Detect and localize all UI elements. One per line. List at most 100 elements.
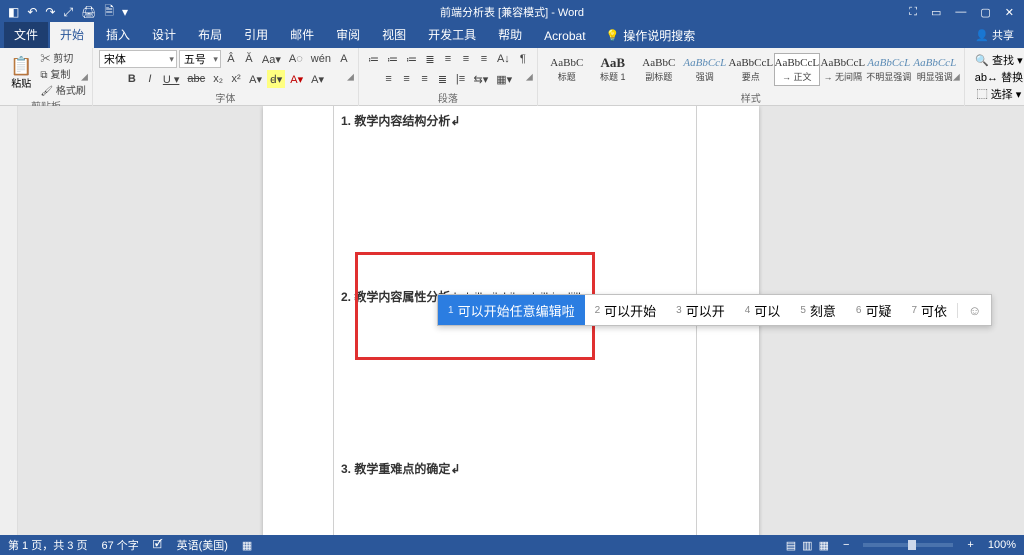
ime-candidate-6[interactable]: 6可疑 [846, 295, 902, 325]
format-painter-button[interactable]: 🖌 格式刷 [40, 82, 85, 97]
document-area[interactable]: 1. 教学内容结构分析↲ 2. 教学内容属性分析 ke'yi'kai'shi'r… [0, 106, 1024, 535]
view-read-icon[interactable]: ▤ [786, 539, 796, 552]
ime-candidate-1[interactable]: 1可以开始任意编辑啦 [438, 295, 585, 325]
qat-more-icon[interactable]: ▾ [122, 5, 128, 19]
style-item-6[interactable]: AaBbCcL→ 无间隔 [820, 53, 866, 86]
superscript-button[interactable]: x² [228, 70, 244, 88]
char-shading-button[interactable]: A▾ [308, 70, 327, 88]
align-center-button[interactable]: ≡ [399, 70, 415, 88]
status-language[interactable]: 英语(美国) [177, 537, 228, 553]
find-button[interactable]: 🔍 查找 ▾ [975, 52, 1022, 68]
account-icon[interactable]: ▭ [931, 6, 941, 19]
style-item-3[interactable]: AaBbCcL强调 [682, 53, 728, 86]
replace-button[interactable]: ab↔ 替换 [975, 69, 1023, 85]
style-item-2[interactable]: AaBbC副标题 [636, 53, 682, 86]
sort-button[interactable]: A↓ [494, 50, 513, 68]
zoom-level[interactable]: 100% [988, 539, 1016, 551]
copy-button[interactable]: ⧉ 复制 [40, 66, 85, 81]
zoom-in-button[interactable]: + [967, 539, 973, 551]
print-icon[interactable]: 🖨 [81, 5, 96, 19]
align-right-button[interactable]: ≡ [417, 70, 433, 88]
clear-format-button[interactable]: A◌ [286, 50, 306, 68]
ime-candidate-3[interactable]: 3可以开 [666, 295, 735, 325]
paragraph-expand-icon[interactable]: ◢ [526, 72, 533, 83]
share-button[interactable]: 👤 共享 [975, 27, 1014, 43]
font-color-button[interactable]: A▾ [287, 70, 306, 88]
touch-mode-icon[interactable]: ⤢ [63, 5, 73, 20]
clipboard-expand-icon[interactable]: ◢ [81, 72, 88, 83]
minimize-button[interactable]: — [955, 6, 966, 19]
status-macro-icon[interactable]: ▦ [242, 539, 252, 552]
align-left-button[interactable]: ≡ [381, 70, 397, 88]
ime-candidate-2[interactable]: 2可以开始 [585, 295, 667, 325]
grow-font-button[interactable]: Â [223, 50, 239, 68]
tab-layout[interactable]: 布局 [188, 22, 232, 48]
multilevel-button[interactable]: ≔ [403, 50, 420, 68]
style-item-5[interactable]: AaBbCcL→ 正文 [774, 53, 820, 86]
view-print-icon[interactable]: ▥ [802, 539, 812, 552]
underline-button[interactable]: U ▾ [160, 70, 183, 88]
style-item-0[interactable]: AaBbC标题 [544, 53, 590, 86]
style-item-4[interactable]: AaBbCcL要点 [728, 53, 774, 86]
shrink-font-button[interactable]: Ă [241, 50, 257, 68]
styles-expand-icon[interactable]: ◢ [953, 72, 960, 83]
ime-candidate-5[interactable]: 5刻意 [790, 295, 846, 325]
numbering-button[interactable]: ≔ [384, 50, 401, 68]
status-word-count[interactable]: 67 个字 [101, 537, 138, 553]
redo-icon[interactable]: ↷ [45, 5, 55, 19]
italic-button[interactable]: I [142, 70, 158, 88]
char-border-button[interactable]: A [336, 50, 352, 68]
tab-design[interactable]: 设计 [142, 22, 186, 48]
bullets-button[interactable]: ≔ [365, 50, 382, 68]
tab-developer[interactable]: 开发工具 [418, 22, 486, 48]
zoom-out-button[interactable]: − [843, 539, 849, 551]
text-effects-button[interactable]: A▾ [246, 70, 265, 88]
highlight-button[interactable]: ꟈ▾ [267, 70, 285, 88]
tab-file[interactable]: 文件 [4, 22, 48, 48]
subscript-button[interactable]: x₂ [210, 70, 226, 88]
ime-emoji-button[interactable]: ☺ [957, 303, 991, 318]
show-marks-button[interactable]: ¶ [515, 50, 531, 68]
ribbon-display-icon[interactable]: ⛶ [909, 6, 917, 19]
status-spellcheck-icon[interactable]: 🗹 [153, 536, 163, 555]
strike-button[interactable]: abc [184, 70, 208, 88]
tab-home[interactable]: 开始 [50, 22, 94, 48]
zoom-slider[interactable] [863, 543, 953, 547]
line-spacing-button[interactable]: |≡ [453, 70, 469, 88]
ime-candidate-4[interactable]: 4可以 [735, 295, 791, 325]
phonetic-guide-button[interactable]: wén [308, 50, 334, 68]
font-size-combo[interactable]: 五号 [179, 50, 221, 68]
view-web-icon[interactable]: ▦ [819, 539, 829, 552]
cut-button[interactable]: ✂ 剪切 [40, 50, 85, 65]
new-doc-icon[interactable]: 🗎 [104, 2, 114, 23]
style-item-7[interactable]: AaBbCcL不明显强调 [866, 53, 912, 86]
maximize-button[interactable]: ▢ [980, 6, 990, 19]
undo-icon[interactable]: ↶ [27, 5, 37, 19]
tab-view[interactable]: 视图 [372, 22, 416, 48]
bold-button[interactable]: B [124, 70, 140, 88]
font-name-combo[interactable]: 宋体 [99, 50, 177, 68]
font-expand-icon[interactable]: ◢ [347, 72, 354, 83]
tab-insert[interactable]: 插入 [96, 22, 140, 48]
tab-references[interactable]: 引用 [234, 22, 278, 48]
tab-mailings[interactable]: 邮件 [280, 22, 324, 48]
select-button[interactable]: ⬚ 选择 ▾ [977, 86, 1022, 102]
tab-help[interactable]: 帮助 [488, 22, 532, 48]
borders-button[interactable]: ▦▾ [493, 70, 515, 88]
style-item-1[interactable]: AaB标题 1 [590, 53, 636, 86]
style-item-8[interactable]: AaBbCcL明显强调 [912, 53, 958, 86]
ime-candidate-7[interactable]: 7可依 [901, 295, 957, 325]
paste-button[interactable]: 📋 粘贴 [6, 57, 36, 90]
change-case-button[interactable]: Aa▾ [259, 50, 284, 68]
close-button[interactable]: ✕ [1005, 6, 1014, 19]
tab-acrobat[interactable]: Acrobat [534, 25, 595, 48]
status-page[interactable]: 第 1 页，共 3 页 [8, 537, 87, 553]
tab-review[interactable]: 审阅 [326, 22, 370, 48]
tell-me[interactable]: 💡操作说明搜索 [598, 23, 704, 48]
increase-indent-button[interactable]: ≡ [440, 50, 456, 68]
justify-button[interactable]: ≣ [435, 70, 451, 88]
shading-button[interactable]: ⇆▾ [471, 70, 492, 88]
ltr-button[interactable]: ≡ [458, 50, 474, 68]
rtl-button[interactable]: ≡ [476, 50, 492, 68]
ime-candidate-bar[interactable]: 1可以开始任意编辑啦2可以开始3可以开4可以5刻意6可疑7可依☺ [437, 294, 992, 326]
